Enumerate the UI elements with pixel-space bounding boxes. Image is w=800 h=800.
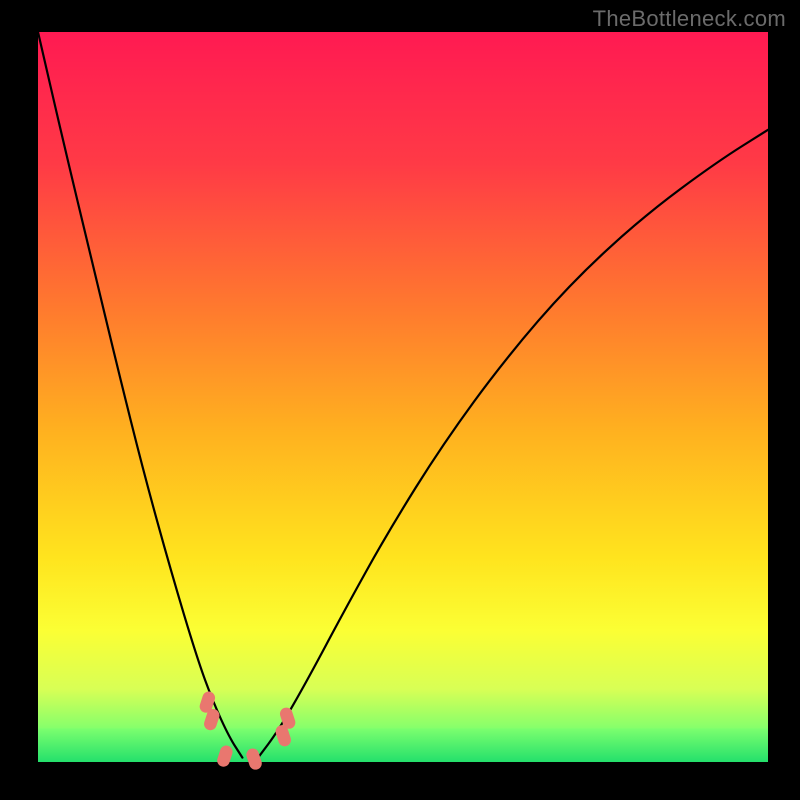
chart-stage: TheBottleneck.com <box>0 0 800 800</box>
watermark-text: TheBottleneck.com <box>593 6 786 32</box>
green-band <box>38 728 768 762</box>
gradient-background <box>38 32 768 762</box>
plot-svg <box>0 0 800 800</box>
